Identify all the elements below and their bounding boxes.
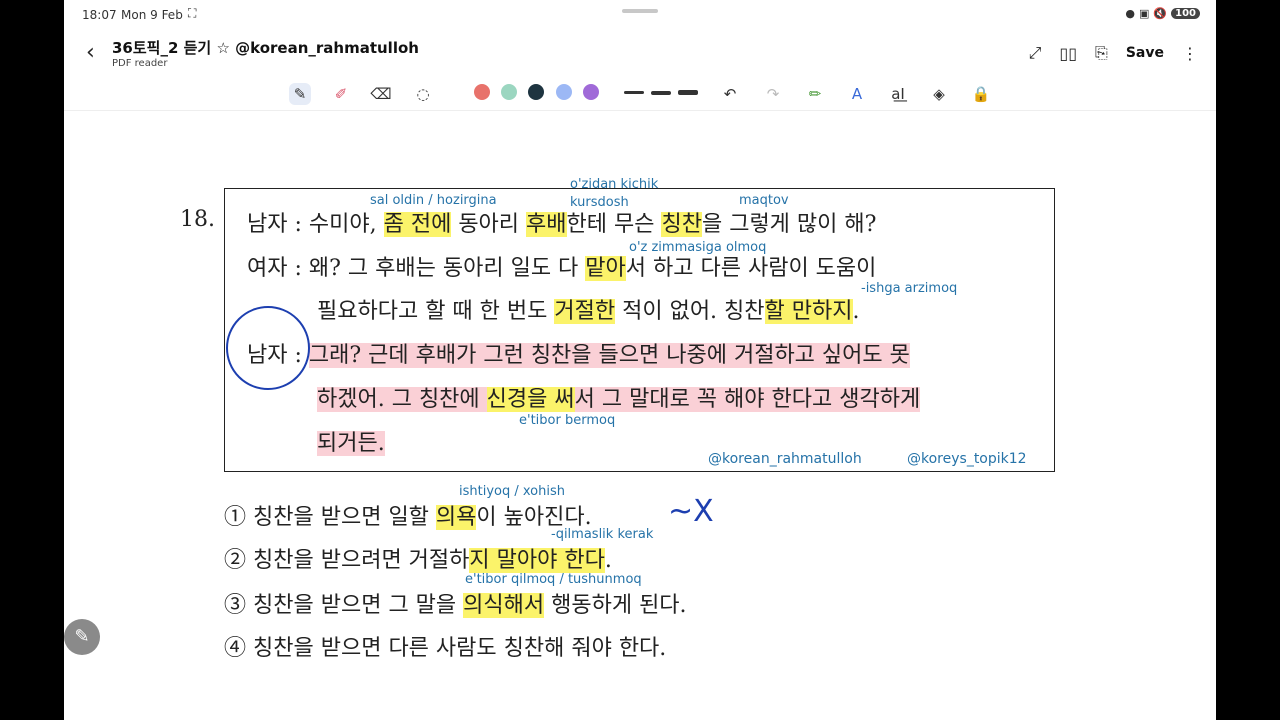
color-swatch-red[interactable] xyxy=(474,84,490,100)
stroke-thick[interactable] xyxy=(678,90,698,95)
book-view-icon[interactable]: ▯▯ xyxy=(1059,44,1077,63)
lock-icon[interactable]: 🔒 xyxy=(970,83,992,105)
text-span: . xyxy=(604,548,612,573)
stroke-thin[interactable] xyxy=(624,91,644,94)
back-button[interactable]: ‹ xyxy=(86,40,95,65)
edit-pen-button[interactable]: ✎ xyxy=(64,619,100,655)
answer-option-1[interactable]: ① 칭찬을 받으면 일할 의욕이 높아진다. xyxy=(224,499,592,531)
speaker-label: 여자 : xyxy=(247,256,302,281)
dialogue-line: 필요하다고 할 때 한 번도 거절한 적이 없어. 칭찬할 만하지. xyxy=(317,293,860,325)
color-swatch-mint[interactable] xyxy=(501,84,517,100)
text-span: 행동하게 된다. xyxy=(544,593,687,618)
highlight-span: 지 말아야 한다 xyxy=(469,548,605,573)
color-swatch-blue[interactable] xyxy=(556,84,572,100)
record-icon: ● xyxy=(1125,7,1136,20)
app-subtitle: PDF reader xyxy=(112,58,168,69)
text-span: 을 그렇게 많이 해? xyxy=(701,212,877,237)
screen-icon: ⛶ xyxy=(188,6,197,20)
shapes-icon[interactable]: ◈ xyxy=(928,83,950,105)
text-span: . xyxy=(852,299,860,324)
text-span: 칭찬을 받으면 일할 xyxy=(253,505,436,530)
highlight-span: 좀 전에 xyxy=(383,212,452,237)
option-number: ④ xyxy=(224,636,247,661)
document-title: 36토픽_2 듣기 ☆ @korean_rahmatulloh xyxy=(112,39,419,57)
note-annotation: e'tibor qilmoq / tushunmoq xyxy=(465,572,642,587)
answer-option-4[interactable]: ④ 칭찬을 받으면 다른 사람도 칭찬해 줘야 한다. xyxy=(224,630,666,662)
highlight-span: 신경을 써 xyxy=(486,387,575,412)
text-span: 적이 없어. 칭찬 xyxy=(615,299,765,324)
header-actions: ⤢ ▯▯ ⎘ Save ⋮ xyxy=(1029,43,1198,63)
note-annotation: ishtiyoq / xohish xyxy=(459,484,565,499)
status-icons: ● ▣ 🔇 100 xyxy=(1125,7,1200,20)
option-number: ① xyxy=(224,505,247,530)
color-swatch-purple[interactable] xyxy=(583,84,599,100)
answer-option-3[interactable]: ③ 칭찬을 받으면 그 말을 의식해서 행동하게 된다. xyxy=(224,587,687,619)
more-menu-icon[interactable]: ⋮ xyxy=(1182,44,1198,63)
text-style-icon[interactable]: A xyxy=(846,83,868,105)
text-span: 왜? 그 후배는 동아리 일도 다 xyxy=(308,256,586,281)
text-span: 수미야, xyxy=(308,212,384,237)
option-number: ② xyxy=(224,548,247,573)
note-annotation: -ishga arzimoq xyxy=(861,281,958,296)
text-span: 필요하다고 할 때 한 번도 xyxy=(317,299,555,324)
battery-icon: 100 xyxy=(1171,8,1200,19)
dialogue-line: 하겠어. 그 칭찬에 신경을 써서 그 말대로 꼭 해야 한다고 생각하게 xyxy=(317,381,921,413)
text-span: 칭찬을 받으면 그 말을 xyxy=(253,593,464,618)
text-span: 칭찬을 받으려면 거절하 xyxy=(253,548,470,573)
question-number: 18. xyxy=(180,207,215,232)
dialogue-line: 남자 : 그래? 근데 후배가 그런 칭찬을 들으면 나중에 거절하고 싶어도 … xyxy=(247,337,910,369)
redo-icon[interactable]: ↷ xyxy=(762,83,784,105)
color-swatch-dark[interactable] xyxy=(528,84,544,100)
multitask-handle[interactable] xyxy=(622,9,658,13)
text-span: 동아리 xyxy=(451,212,527,237)
status-time: 18:07 xyxy=(82,8,117,22)
mute-icon: 🔇 xyxy=(1153,7,1168,20)
highlight-span: 의식해서 xyxy=(463,593,545,618)
highlight-span: 맡아 xyxy=(585,256,626,281)
note-annotation: e'tibor bermoq xyxy=(519,413,616,428)
save-button[interactable]: Save xyxy=(1126,45,1164,61)
lasso-tool-icon[interactable]: ◌ xyxy=(412,83,434,105)
pink-highlight-span: 하겠어. 그 칭찬에 xyxy=(317,387,487,412)
text-span: 한테 무슨 xyxy=(566,212,662,237)
note-annotation: -qilmaslik kerak xyxy=(551,527,654,542)
status-date: Mon 9 Feb xyxy=(121,8,183,22)
pen-tool-icon[interactable]: ✎ xyxy=(289,83,311,105)
speaker-label: 남자 : xyxy=(247,212,302,237)
export-icon[interactable]: ⎘ xyxy=(1095,43,1108,63)
dialogue-line: 되거든. xyxy=(317,425,385,457)
highlight-span: 후배 xyxy=(526,212,567,237)
pink-highlight-span: 그래? 근데 후배가 그런 칭찬을 들으면 나중에 거절하고 싶어도 못 xyxy=(308,343,910,368)
author-handle: @koreys_topik12 xyxy=(907,451,1027,467)
author-handle: @korean_rahmatulloh xyxy=(708,451,862,467)
stroke-medium[interactable] xyxy=(651,91,671,95)
text-box-icon[interactable]: a͟I xyxy=(887,83,909,105)
option-number: ③ xyxy=(224,593,247,618)
wrong-mark: ~X xyxy=(668,494,714,529)
text-span: 칭찬을 받으면 다른 사람도 칭찬해 줘야 한다. xyxy=(253,636,667,661)
highlight-span: 할 만하지 xyxy=(764,299,853,324)
undo-icon[interactable]: ↶ xyxy=(719,83,741,105)
answer-option-2[interactable]: ② 칭찬을 받으려면 거절하지 말아야 한다. xyxy=(224,542,612,574)
cast-icon: ▣ xyxy=(1139,7,1150,20)
text-span: 서 하고 다른 사람이 도움이 xyxy=(625,256,877,281)
eraser-tool-icon[interactable]: ⌫ xyxy=(370,83,392,105)
pdf-reader-window: 18:07 Mon 9 Feb ⛶ ● ▣ 🔇 100 ‹ 36토픽_2 듣기 … xyxy=(64,0,1216,720)
highlight-span: 거절한 xyxy=(554,299,616,324)
marker-tool-icon[interactable]: ✏ xyxy=(804,83,826,105)
dialogue-line: 남자 : 수미야, 좀 전에 동아리 후배한테 무슨 칭찬을 그렇게 많이 해? xyxy=(247,206,876,238)
dialogue-line: 여자 : 왜? 그 후배는 동아리 일도 다 맡아서 하고 다른 사람이 도움이 xyxy=(247,250,876,282)
pink-highlight-span: 서 그 말대로 꼭 해야 한다고 생각하게 xyxy=(574,387,921,412)
note-annotation: o'zidan kichik xyxy=(570,177,659,192)
highlight-span: 의욕 xyxy=(435,505,477,530)
pink-highlight-span: 되거든. xyxy=(317,431,385,456)
highlight-span: 칭찬 xyxy=(661,212,702,237)
highlighter-tool-icon[interactable]: ✐ xyxy=(330,83,352,105)
expand-icon[interactable]: ⤢ xyxy=(1029,43,1042,63)
status-bar: 18:07 Mon 9 Feb ⛶ ● ▣ 🔇 100 xyxy=(64,0,1216,30)
circle-annotation xyxy=(226,306,310,390)
